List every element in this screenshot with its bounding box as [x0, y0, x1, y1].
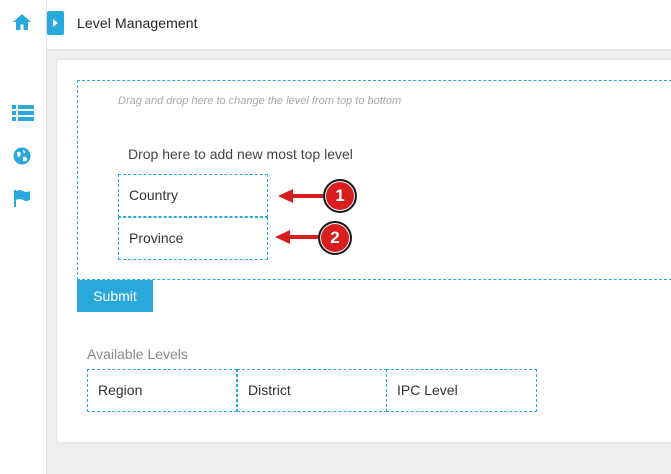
caret-right-icon — [53, 19, 58, 27]
level-item-country[interactable]: Country — [118, 174, 268, 217]
available-level-district[interactable]: District — [237, 369, 387, 412]
home-icon[interactable] — [12, 12, 32, 32]
available-level-region[interactable]: Region — [87, 369, 237, 412]
annotation-badge: 1 — [323, 179, 357, 213]
globe-icon[interactable] — [12, 146, 32, 166]
level-item-province[interactable]: Province — [118, 217, 268, 260]
annotation-arrow-icon — [278, 189, 323, 203]
submit-button[interactable]: Submit — [77, 280, 153, 312]
drop-hint: Drag and drop here to change the level f… — [118, 95, 402, 107]
available-level-ipc[interactable]: IPC Level — [386, 369, 537, 412]
annotation-arrow-icon — [275, 230, 320, 244]
flag-icon[interactable] — [12, 188, 32, 208]
sidebar-toggle-button[interactable] — [47, 11, 64, 35]
annotation-badge: 2 — [318, 221, 352, 255]
page-title: Level Management — [77, 15, 198, 31]
sidebar — [0, 0, 47, 474]
drop-top-level-target[interactable]: Drop here to add new most top level — [128, 146, 353, 162]
available-levels-title: Available Levels — [87, 346, 188, 362]
list-icon[interactable] — [12, 103, 34, 123]
